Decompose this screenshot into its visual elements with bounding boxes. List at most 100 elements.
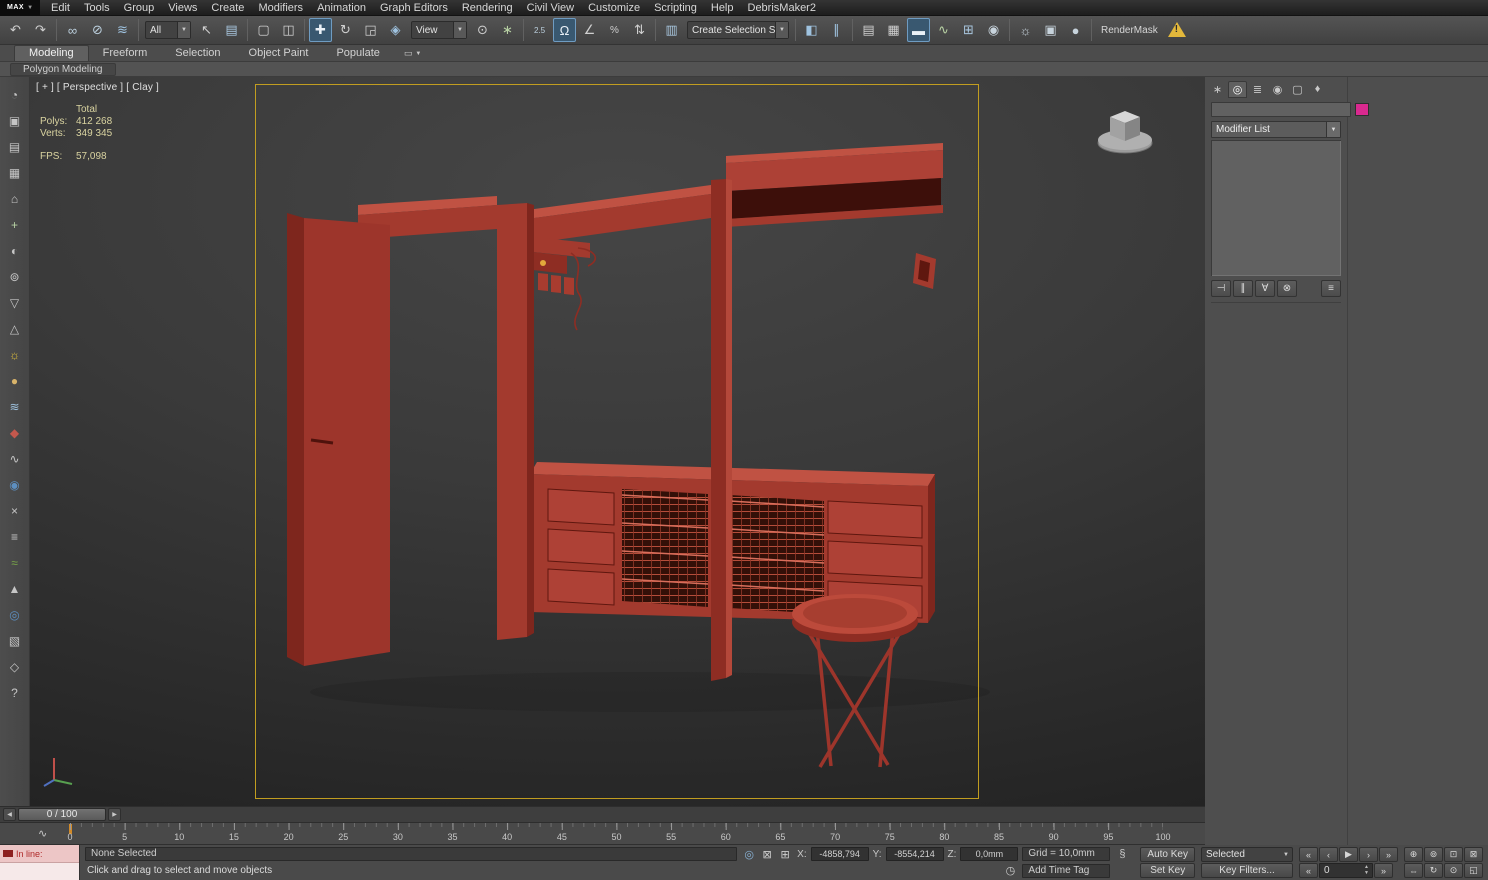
left-toolbar-icon-16[interactable]: ◉ bbox=[4, 475, 25, 495]
ribbon-tab-selection[interactable]: Selection bbox=[161, 46, 234, 61]
left-toolbar-icon-10[interactable]: △ bbox=[4, 319, 25, 339]
add-time-tag-button[interactable]: Add Time Tag bbox=[1022, 864, 1110, 878]
next-key-button[interactable]: » bbox=[1374, 863, 1393, 878]
left-toolbar-icon-15[interactable]: ∿ bbox=[4, 449, 25, 469]
key-mode-dropdown[interactable]: Selected ▼ bbox=[1201, 847, 1293, 862]
listener-macro-row[interactable]: In line: bbox=[0, 845, 79, 863]
auto-key-button[interactable]: Auto Key bbox=[1140, 847, 1195, 862]
zoom-all-button[interactable]: ⊚ bbox=[1424, 847, 1443, 862]
left-toolbar-icon-14[interactable]: ◆ bbox=[4, 423, 25, 443]
application-menu-button[interactable]: MAX▼ bbox=[0, 0, 40, 16]
key-filters-button[interactable]: Key Filters... bbox=[1201, 863, 1293, 878]
render-setup-button[interactable]: ☼ bbox=[1014, 18, 1037, 42]
menu-edit[interactable]: Edit bbox=[44, 0, 77, 16]
viewport-label[interactable]: [ + ] [ Perspective ] [ Clay ] bbox=[36, 82, 159, 93]
redo-button[interactable]: ↷ bbox=[29, 18, 52, 42]
left-toolbar-icon-13[interactable]: ≋ bbox=[4, 397, 25, 417]
track-bar[interactable]: ∿ 05101520253035404550556065707580859095… bbox=[0, 823, 1205, 845]
left-toolbar-icon-17[interactable]: × bbox=[4, 501, 25, 521]
select-by-name-button[interactable]: ▤ bbox=[220, 18, 243, 42]
make-unique-button[interactable]: ∀ bbox=[1255, 280, 1275, 297]
left-toolbar-icon-5[interactable]: ⌂ bbox=[4, 189, 25, 209]
polygon-modeling-panel[interactable]: Polygon Modeling bbox=[10, 63, 116, 76]
curve-editor-button[interactable]: ∿ bbox=[932, 18, 955, 42]
menu-views[interactable]: Views bbox=[161, 0, 204, 16]
select-and-move-button[interactable]: ✚ bbox=[309, 18, 332, 42]
left-toolbar-icon-8[interactable]: ⊚ bbox=[4, 267, 25, 287]
modifier-list-dropdown[interactable]: Modifier List ▼ bbox=[1211, 121, 1341, 138]
remove-modifier-button[interactable]: ⊗ bbox=[1277, 280, 1297, 297]
zoom-button[interactable]: ⊕ bbox=[1404, 847, 1423, 862]
play-animation-button[interactable]: ▶ bbox=[1339, 847, 1358, 862]
menu-help[interactable]: Help bbox=[704, 0, 741, 16]
configure-modifier-sets-button[interactable]: ≡ bbox=[1321, 280, 1341, 297]
render-warning-icon[interactable]: ! bbox=[1166, 20, 1190, 40]
ribbon-tab-populate[interactable]: Populate bbox=[322, 46, 393, 61]
schematic-view-button[interactable]: ⊞ bbox=[957, 18, 980, 42]
left-toolbar-icon-19[interactable]: ≈ bbox=[4, 553, 25, 573]
render-production-button[interactable]: ● bbox=[1064, 18, 1087, 42]
left-toolbar-icon-2[interactable]: ▣ bbox=[4, 111, 25, 131]
toggle-layer-explorer-button[interactable]: ▦ bbox=[882, 18, 905, 42]
left-toolbar-icon-11[interactable]: ☼ bbox=[4, 345, 25, 365]
use-pivot-point-center-button[interactable]: ⊙ bbox=[471, 18, 494, 42]
ribbon-tab-freeform[interactable]: Freeform bbox=[89, 46, 162, 61]
ribbon-tab-modeling[interactable]: Modeling bbox=[14, 45, 89, 61]
angle-snap-toggle-button[interactable]: ∠ bbox=[578, 18, 601, 42]
y-coordinate-field[interactable]: -8554,214 bbox=[886, 847, 944, 861]
open-mini-curve-editor-button[interactable]: ∿ bbox=[38, 827, 47, 840]
show-end-result-button[interactable]: ∥ bbox=[1233, 280, 1253, 297]
command-panel-tab-create[interactable]: ∗ bbox=[1208, 81, 1227, 98]
ribbon-tab-object-paint[interactable]: Object Paint bbox=[235, 46, 323, 61]
menu-graph-editors[interactable]: Graph Editors bbox=[373, 0, 455, 16]
menu-animation[interactable]: Animation bbox=[310, 0, 373, 16]
left-toolbar-icon-23[interactable]: ◇ bbox=[4, 657, 25, 677]
left-toolbar-icon-24[interactable]: ? bbox=[4, 683, 25, 703]
left-toolbar-icon-20[interactable]: ▲ bbox=[4, 579, 25, 599]
maximize-viewport-toggle-button[interactable]: ◱ bbox=[1464, 863, 1483, 878]
go-to-end-button[interactable]: » bbox=[1379, 847, 1398, 862]
select-and-scale-button[interactable]: ◲ bbox=[359, 18, 382, 42]
rendered-frame-window-button[interactable]: ▣ bbox=[1039, 18, 1062, 42]
orbit-button[interactable]: ↻ bbox=[1424, 863, 1443, 878]
edit-named-selection-sets-button[interactable]: ▥ bbox=[660, 18, 683, 42]
previous-key-button[interactable]: « bbox=[1299, 863, 1318, 878]
pin-stack-button[interactable]: ⊣ bbox=[1211, 280, 1231, 297]
command-panel-tab-motion[interactable]: ◉ bbox=[1268, 81, 1287, 98]
reference-coordinate-system-dropdown[interactable]: View▼ bbox=[411, 21, 467, 39]
transform-type-in-icon[interactable]: ⊞ bbox=[777, 847, 793, 862]
window-crossing-toggle-button[interactable]: ◫ bbox=[277, 18, 300, 42]
orbit-subobject-button[interactable]: ⊙ bbox=[1444, 863, 1463, 878]
left-toolbar-icon-6[interactable]: + bbox=[4, 215, 25, 235]
zoom-region-button[interactable]: ⊠ bbox=[1464, 847, 1483, 862]
menu-tools[interactable]: Tools bbox=[77, 0, 117, 16]
unlink-selection-button[interactable]: ⊘ bbox=[86, 18, 109, 42]
viewcube[interactable] bbox=[1090, 99, 1160, 169]
z-coordinate-field[interactable]: 0,0mm bbox=[960, 847, 1018, 861]
align-button[interactable]: ∥ bbox=[825, 18, 848, 42]
select-and-manipulate-button[interactable]: ∗ bbox=[496, 18, 519, 42]
next-frame-button[interactable]: › bbox=[1359, 847, 1378, 862]
maxscript-mini-listener[interactable]: In line: bbox=[0, 845, 80, 880]
command-panel-tab-utilities[interactable]: ♦ bbox=[1308, 81, 1327, 98]
selection-lock-toggle-icon[interactable]: ⊠ bbox=[759, 847, 775, 862]
menu-create[interactable]: Create bbox=[204, 0, 251, 16]
menu-debrismaker2[interactable]: DebrisMaker2 bbox=[741, 0, 823, 16]
x-coordinate-field[interactable]: -4858,794 bbox=[811, 847, 869, 861]
object-name-field[interactable] bbox=[1211, 102, 1351, 117]
command-panel-tab-display[interactable]: ▢ bbox=[1288, 81, 1307, 98]
track-bar-ruler[interactable]: 0510152025303540455055606570758085909510… bbox=[70, 823, 1163, 844]
zoom-extents-button[interactable]: ⊡ bbox=[1444, 847, 1463, 862]
set-key-button[interactable]: Set Key bbox=[1140, 863, 1195, 878]
menu-customize[interactable]: Customize bbox=[581, 0, 647, 16]
command-panel-tab-hierarchy[interactable]: ≣ bbox=[1248, 81, 1267, 98]
next-frame-arrow-button[interactable]: ▶ bbox=[108, 808, 121, 821]
snaps-toggle-2-5d-button[interactable]: 2.5 bbox=[528, 18, 551, 42]
spinner-snap-toggle-button[interactable]: ⇅ bbox=[628, 18, 651, 42]
select-object-button[interactable]: ↖ bbox=[195, 18, 218, 42]
previous-frame-arrow-button[interactable]: ◀ bbox=[3, 808, 16, 821]
named-selection-sets-dropdown[interactable]: Create Selection Se▼ bbox=[687, 21, 789, 39]
dropdown-arrow-icon[interactable]: ▼ bbox=[775, 22, 788, 38]
mirror-button[interactable]: ◧ bbox=[800, 18, 823, 42]
material-editor-button[interactable]: ◉ bbox=[982, 18, 1005, 42]
